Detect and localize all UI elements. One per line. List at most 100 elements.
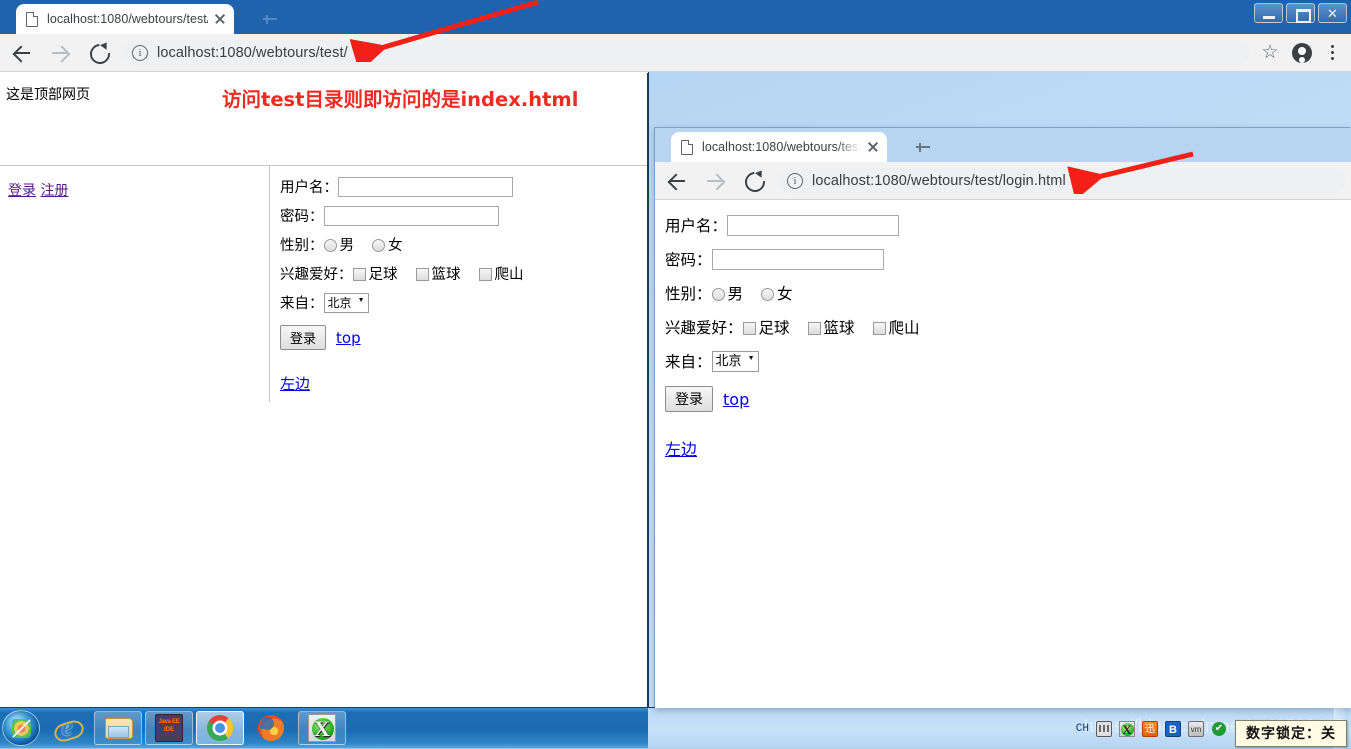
gender-option-male-label: 男 [339,238,355,254]
left-frame-link-login[interactable]: 登录 [8,183,36,199]
browser-window-1[interactable]: localhost:1080/webtours/test/ localhost:… [0,0,1351,709]
gender-option-female-label: 女 [388,238,403,254]
gender-radio-female[interactable] [372,239,385,252]
close-icon[interactable] [865,139,881,155]
window1-page: 这是顶部网页 访问test目录则即访问的是index.html 登录 注册 用户… [0,73,648,709]
close-icon[interactable] [212,11,228,27]
taskbar-google-chrome[interactable] [196,711,244,745]
windows-start-orb-icon[interactable] [2,710,40,746]
taskbar-file-explorer[interactable] [94,711,142,745]
gender-radio-male[interactable] [711,288,725,301]
hobby-option-basketball-label: 篮球 [431,267,461,283]
window2-toolbar: localhost:1080/webtours/test/login.html [655,162,1351,200]
restore-icon[interactable] [1286,3,1315,23]
gender-option-male[interactable]: 男 [323,234,355,255]
download-manager-icon[interactable] [1142,720,1158,737]
security-shield-icon[interactable] [1211,721,1227,737]
top-link[interactable]: top [336,329,361,347]
password-label: 密码： [280,209,324,225]
hobby-checkbox-climbing[interactable] [872,322,886,335]
password-input[interactable] [711,248,884,270]
window1-url-text: localhost:1080/webtours/test/ [157,44,348,61]
virtual-machine-icon[interactable] [1188,720,1204,737]
login-button[interactable]: 登录 [665,386,713,412]
bluetooth-icon[interactable] [1165,720,1181,737]
from-row: 来自： 北京 [665,350,1351,372]
hobby-checkbox-basketball[interactable] [807,322,821,335]
info-circle-icon[interactable] [787,172,803,189]
from-label: 来自： [665,353,712,371]
window1-address-bar[interactable]: localhost:1080/webtours/test/ [122,39,1249,66]
arrow-left-icon[interactable] [661,165,693,197]
window1-titlebar[interactable]: localhost:1080/webtours/test/ [0,0,1351,34]
hobby-option-climbing[interactable]: 爬山 [872,316,920,338]
browser-window-2[interactable]: localhost:1080/webtours/test/lo localhos… [655,128,1351,708]
window1-controls [1254,3,1347,23]
hobby-checkbox-soccer[interactable] [742,322,756,335]
gender-option-female[interactable]: 女 [372,234,403,255]
hobby-row: 兴趣爱好： 足球 篮球 爬山 [280,263,647,284]
password-row: 密码： [665,248,1351,270]
from-select[interactable]: 北京 [323,292,369,313]
hobby-option-basketball[interactable]: 篮球 [415,263,461,284]
close-icon[interactable] [1318,3,1347,23]
taskbar-mozilla-firefox[interactable] [247,711,295,745]
hobby-checkbox-basketball[interactable] [415,268,429,281]
left-frame-link-register[interactable]: 注册 [40,183,68,199]
window2-tab[interactable]: localhost:1080/webtours/test/lo [671,132,887,162]
arrow-left-icon[interactable] [6,37,38,69]
username-input[interactable] [727,214,900,236]
taskbar-java-ee-ide[interactable] [145,711,193,745]
gender-radio-male[interactable] [323,239,337,252]
three-dots-icon[interactable] [1319,38,1345,68]
info-circle-icon[interactable] [132,44,148,61]
window1-tab[interactable]: localhost:1080/webtours/test/ [16,4,234,34]
from-select-wrapper[interactable]: 北京 [323,292,369,313]
hobby-label: 兴趣爱好： [280,267,353,283]
from-select-wrapper[interactable]: 北京 [711,350,759,372]
plus-icon[interactable] [913,137,933,157]
hobby-option-basketball[interactable]: 篮球 [807,316,855,338]
left-link-row: 左边 [280,373,647,394]
plus-icon[interactable] [260,9,280,29]
left-link[interactable]: 左边 [665,436,697,460]
keyboard-icon[interactable] [1096,720,1112,737]
taskbar-xmanager[interactable] [298,711,346,745]
from-select[interactable]: 北京 [711,350,759,372]
gender-radio-female[interactable] [761,288,775,301]
page-icon [25,11,39,27]
window2-titlebar[interactable]: localhost:1080/webtours/test/lo [655,128,1351,162]
hobby-label: 兴趣爱好： [665,319,743,337]
taskbar-buttons [0,708,346,749]
hobby-option-soccer[interactable]: 足球 [352,263,398,284]
left-link[interactable]: 左边 [280,373,310,394]
input-method-indicator[interactable]: CH [1076,723,1089,735]
gender-option-female[interactable]: 女 [761,282,793,304]
hobby-checkbox-soccer[interactable] [352,268,366,281]
star-icon[interactable] [1255,38,1285,68]
taskbar-internet-explorer[interactable] [43,711,91,745]
reload-icon[interactable] [82,37,114,69]
gender-row: 性别： 男 女 [280,234,647,255]
hobby-option-soccer[interactable]: 足球 [742,316,790,338]
gender-option-male[interactable]: 男 [711,282,744,304]
hobby-checkbox-climbing[interactable] [478,268,492,281]
window2-tab-title: localhost:1080/webtours/test/lo [702,140,861,154]
username-input[interactable] [338,176,513,197]
hobby-option-climbing[interactable]: 爬山 [478,263,524,284]
avatar-icon[interactable] [1287,38,1317,68]
hobby-option-soccer-label: 足球 [368,267,398,283]
internet-explorer-icon [53,714,81,742]
from-label: 来自： [280,296,324,312]
minimize-icon[interactable] [1254,3,1283,23]
gender-option-male-label: 男 [727,285,744,303]
login-button[interactable]: 登录 [280,325,327,350]
top-link[interactable]: top [723,390,749,409]
password-row: 密码： [280,205,647,226]
window2-address-bar[interactable]: localhost:1080/webtours/test/login.html [777,167,1345,194]
reload-icon[interactable] [737,165,769,197]
password-input[interactable] [323,205,499,226]
xmanager-tray-icon[interactable] [1119,720,1135,737]
taskbar[interactable]: https://blog.csdn.net/...41782425 CH 18:… [0,707,1351,749]
gender-option-female-label: 女 [777,285,793,303]
